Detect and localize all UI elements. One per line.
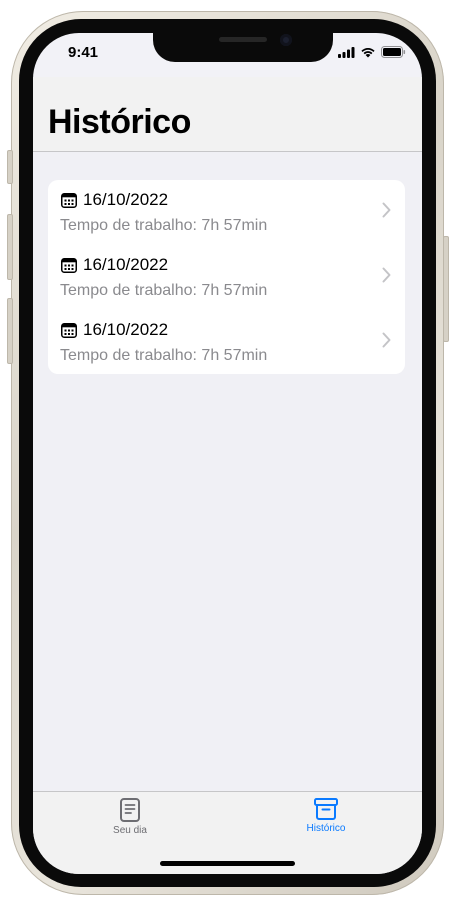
side-button-left-2 (7, 214, 13, 280)
history-row-date: 16/10/2022 (61, 320, 168, 340)
history-work-time: Tempo de trabalho: 7h 57min (60, 282, 268, 299)
tab-seu-dia[interactable]: Seu dia (70, 798, 190, 836)
tab-seu-dia-label: Seu dia (113, 825, 147, 836)
page-title: Histórico (48, 103, 191, 141)
side-button-left-3 (7, 298, 13, 364)
history-row[interactable]: 16/10/2022 Tempo de trabalho: 7h 57min (48, 310, 405, 375)
history-row[interactable]: 16/10/2022 Tempo de trabalho: 7h 57min (48, 245, 405, 310)
chevron-right-icon (382, 202, 391, 218)
calendar-icon (61, 192, 77, 208)
wifi-icon (361, 47, 375, 57)
history-row[interactable]: 16/10/2022 Tempo de trabalho: 7h 57min (48, 180, 405, 245)
content-area: 16/10/2022 Tempo de trabalho: 7h 57min 1… (33, 152, 422, 792)
document-icon (120, 798, 140, 822)
history-row-date: 16/10/2022 (61, 190, 168, 210)
chevron-right-icon (382, 332, 391, 348)
archive-box-icon (314, 798, 338, 820)
cellular-signal-icon (338, 46, 355, 58)
history-date: 16/10/2022 (83, 255, 169, 274)
history-date: 16/10/2022 (83, 320, 169, 339)
side-button-right (443, 236, 449, 342)
history-list: 16/10/2022 Tempo de trabalho: 7h 57min 1… (48, 180, 405, 374)
front-camera (280, 34, 292, 46)
chevron-right-icon (382, 267, 391, 283)
calendar-icon (61, 322, 77, 338)
navigation-bar: Histórico (33, 77, 422, 152)
history-work-time: Tempo de trabalho: 7h 57min (60, 347, 268, 364)
home-indicator[interactable] (160, 861, 295, 866)
status-time: 9:41 (68, 44, 99, 61)
history-date: 16/10/2022 (83, 190, 169, 209)
tab-historico-label: Histórico (306, 823, 346, 834)
side-button-left-1 (7, 150, 13, 184)
status-icons (338, 46, 406, 58)
calendar-icon (61, 257, 77, 273)
speaker-grille (219, 37, 267, 42)
tab-historico[interactable]: Histórico (266, 798, 386, 834)
screen: 9:41 Histórico 16/10/2022 Tempo de traba… (33, 33, 422, 874)
battery-icon (381, 46, 406, 58)
notch (153, 33, 333, 62)
history-row-date: 16/10/2022 (61, 255, 168, 275)
history-work-time: Tempo de trabalho: 7h 57min (60, 217, 268, 234)
